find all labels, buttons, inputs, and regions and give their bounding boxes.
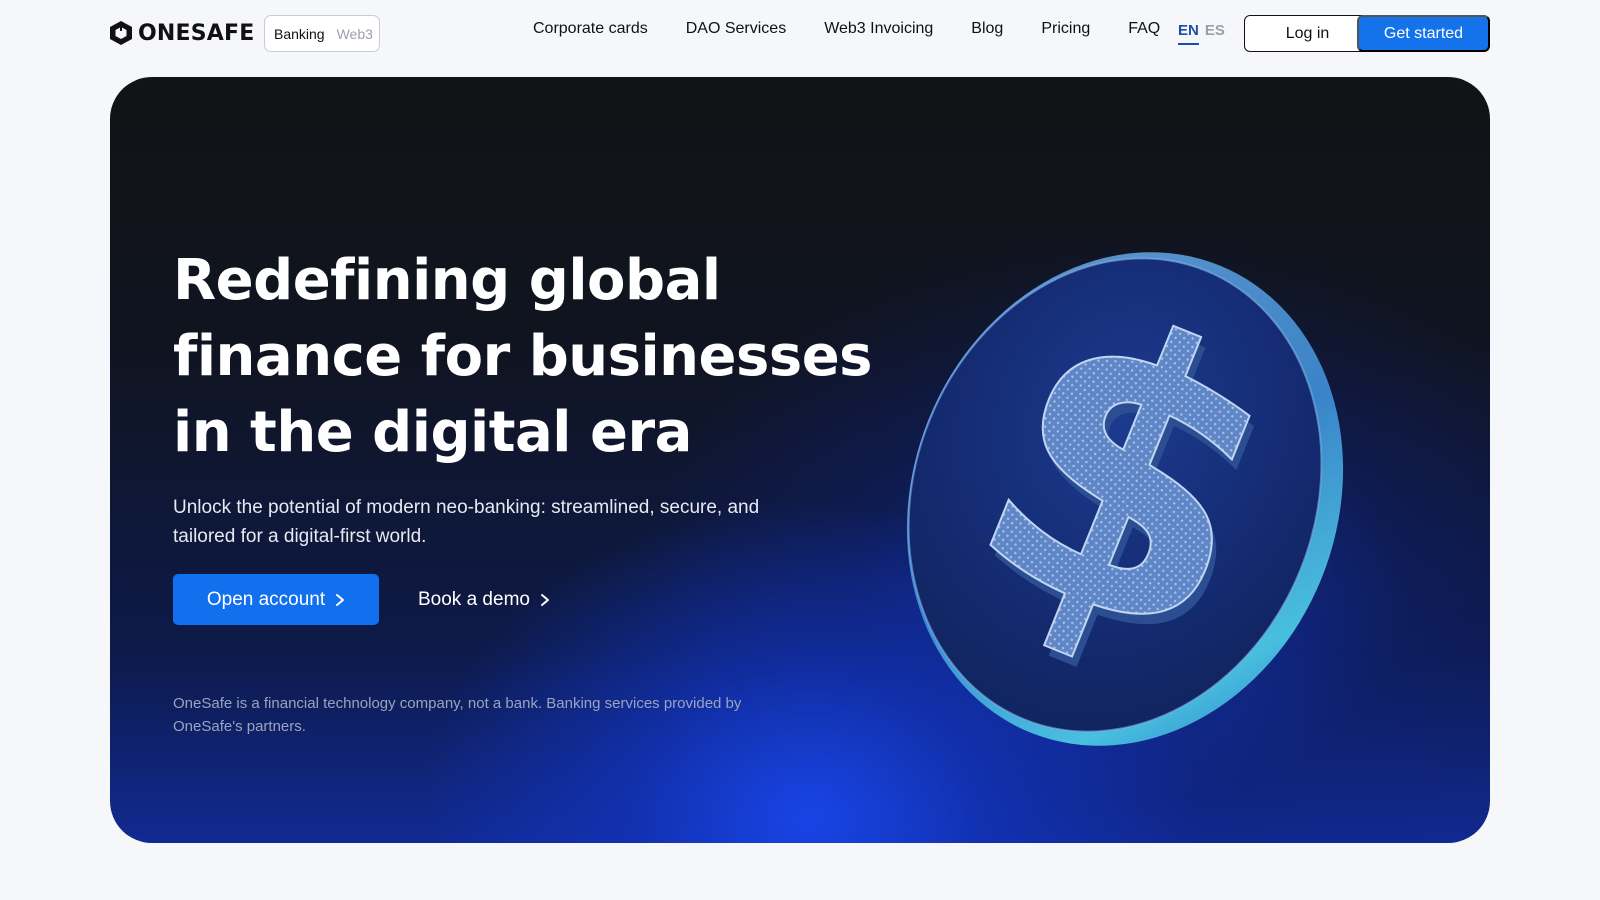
hero-title: Redefining global finance for businesses…	[173, 248, 873, 465]
language-en[interactable]: EN	[1178, 22, 1199, 45]
nav-dao-services[interactable]: DAO Services	[686, 20, 786, 38]
main-nav: Corporate cards DAO Services Web3 Invoic…	[533, 20, 1160, 38]
banking-web3-toggle[interactable]: Banking Web3	[264, 15, 380, 52]
language-switcher: EN ES	[1178, 22, 1225, 45]
hero-subtitle: Unlock the potential of modern neo-banki…	[173, 497, 760, 547]
toggle-option-banking[interactable]: Banking	[274, 26, 325, 42]
open-account-label: Open account	[206, 588, 326, 610]
nav-web3-invoicing[interactable]: Web3 Invoicing	[824, 20, 933, 38]
book-demo-label: Book a demo	[418, 588, 530, 610]
chevron-right-icon	[336, 593, 345, 606]
toggle-option-web3[interactable]: Web3	[337, 26, 373, 42]
nav-faq[interactable]: FAQ	[1128, 20, 1160, 38]
nav-pricing[interactable]: Pricing	[1041, 20, 1090, 38]
open-account-button[interactable]: Open account	[173, 574, 379, 625]
dollar-coin-icon: $ $	[906, 237, 1344, 746]
language-es[interactable]: ES	[1205, 22, 1225, 45]
book-demo-link[interactable]: Book a demo	[418, 574, 550, 625]
nav-corporate-cards[interactable]: Corporate cards	[533, 20, 648, 38]
hero-section: Redefining global finance for businesses…	[110, 77, 1490, 843]
brand-logo[interactable]: ONESAFE	[108, 18, 254, 48]
site-header: ONESAFE Banking Web3 Corporate cards DAO…	[0, 0, 1600, 66]
get-started-button[interactable]: Get started	[1357, 15, 1490, 52]
chevron-right-icon	[540, 593, 549, 606]
brand-name: ONESAFE	[138, 20, 255, 46]
login-button[interactable]: Log in	[1244, 15, 1371, 52]
legal-disclaimer: OneSafe is a financial technology compan…	[173, 695, 742, 735]
onesafe-logo-icon	[110, 21, 132, 45]
nav-blog[interactable]: Blog	[971, 20, 1003, 38]
